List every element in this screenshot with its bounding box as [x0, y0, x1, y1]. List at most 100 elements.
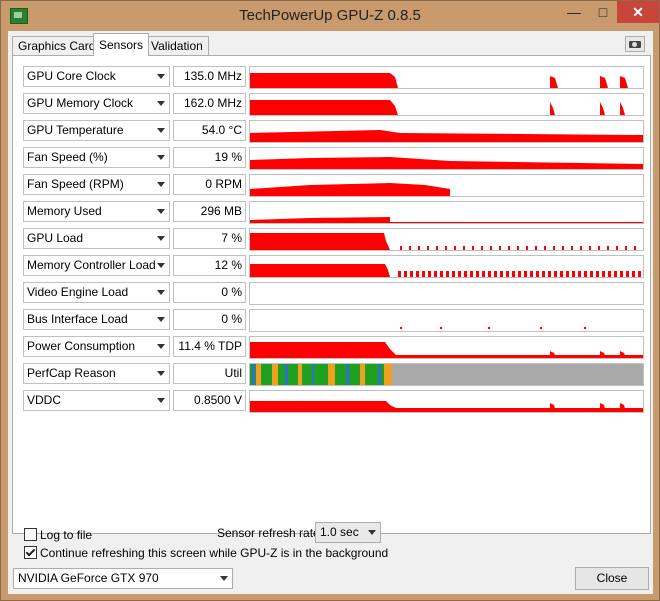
sensor-name-label: PerfCap Reason [27, 366, 116, 380]
close-window-button[interactable]: ✕ [617, 1, 659, 23]
sensor-name-label: Memory Controller Load [27, 258, 156, 272]
sensor-graph-plot [250, 283, 643, 304]
refresh-rate-label: Sensor refresh rate: [217, 526, 324, 540]
sensor-row: GPU Load 7 % [23, 228, 646, 251]
graph-segment [571, 246, 573, 250]
close-button[interactable]: Close [575, 567, 649, 590]
graph-segment [598, 246, 600, 250]
chevron-down-icon [157, 155, 165, 160]
sensor-graph-plot [250, 157, 643, 169]
graph-segment [626, 271, 629, 277]
graph-segment [524, 271, 527, 277]
chevron-down-icon [157, 101, 165, 106]
chevron-down-icon [157, 74, 165, 79]
graph-segment [410, 271, 413, 277]
sensor-row: Fan Speed (RPM) 0 RPM [23, 174, 646, 197]
chevron-down-icon [220, 576, 228, 581]
sensor-row: GPU Memory Clock 162.0 MHz [23, 93, 646, 116]
sensor-graph [249, 282, 644, 305]
sensor-name-dropdown[interactable]: GPU Temperature [23, 120, 170, 141]
sensor-graph [249, 363, 644, 386]
sensor-name-dropdown[interactable]: Fan Speed (RPM) [23, 174, 170, 195]
graph-area [550, 102, 555, 115]
graph-segment [560, 271, 563, 277]
sensor-value: 19 % [173, 147, 246, 168]
graph-segment [378, 364, 381, 385]
graph-segment [526, 246, 528, 250]
sensor-name-dropdown[interactable]: PerfCap Reason [23, 363, 170, 384]
gpu-select[interactable]: NVIDIA GeForce GTX 970 [13, 568, 233, 589]
graph-segment [540, 327, 542, 329]
graph-segment [500, 271, 503, 277]
sensor-graph-plot [250, 183, 450, 196]
graph-segment [458, 271, 461, 277]
graph-segment [602, 271, 605, 277]
graph-segment [554, 271, 557, 277]
graph-area [250, 233, 390, 250]
chevron-down-icon [157, 371, 165, 376]
sensor-name-dropdown[interactable]: Video Engine Load [23, 282, 170, 303]
sensor-name-dropdown[interactable]: Memory Used [23, 201, 170, 222]
graph-segment [312, 364, 314, 385]
chevron-down-icon [368, 530, 376, 535]
graph-segment [398, 271, 401, 277]
sensor-name-label: GPU Memory Clock [27, 96, 134, 110]
sensor-graph-plot [250, 100, 625, 115]
maximize-button[interactable]: □ [590, 1, 616, 23]
graph-area [620, 403, 626, 412]
tab-validation[interactable]: Validation [145, 36, 209, 55]
log-to-file-label: Log to file [40, 528, 93, 542]
graph-segment [508, 246, 510, 250]
graph-segment [535, 246, 537, 250]
graph-segment [252, 364, 255, 385]
sensor-name-dropdown[interactable]: GPU Load [23, 228, 170, 249]
graph-area [600, 102, 605, 115]
title-bar[interactable]: TechPowerUp GPU-Z 0.8.5 — □ ✕ [1, 1, 659, 31]
graph-segment [418, 246, 420, 250]
sensor-name-dropdown[interactable]: Power Consumption [23, 336, 170, 357]
sensor-value: 0.8500 V [173, 390, 246, 411]
graph-segment [553, 246, 555, 250]
sensor-value: 54.0 °C [173, 120, 246, 141]
graph-area [250, 342, 643, 358]
tab-graphics-card[interactable]: Graphics Card [12, 36, 102, 55]
tab-sensors[interactable]: Sensors [93, 33, 150, 56]
graph-segment [476, 271, 479, 277]
graph-area [600, 76, 608, 88]
graph-segment [250, 364, 392, 385]
sensor-name-dropdown[interactable]: VDDC [23, 390, 170, 411]
sensor-graph-plot [400, 327, 586, 329]
sensor-name-label: Bus Interface Load [27, 312, 128, 326]
sensor-name-label: Power Consumption [27, 339, 136, 353]
log-to-file-checkbox[interactable] [24, 528, 37, 541]
graph-area [250, 183, 450, 196]
graph-segment [464, 271, 467, 277]
sensor-row: PerfCap Reason Util [23, 363, 646, 386]
graph-segment [572, 271, 575, 277]
sensor-name-dropdown[interactable]: GPU Memory Clock [23, 93, 170, 114]
screenshot-camera-icon[interactable] [625, 36, 645, 52]
graph-segment [536, 271, 539, 277]
graph-segment [328, 364, 335, 385]
graph-area [250, 100, 398, 115]
graph-segment [578, 271, 581, 277]
refresh-rate-select[interactable]: 1.0 sec [315, 522, 381, 543]
graph-area [600, 351, 606, 358]
continue-refresh-checkbox[interactable] [24, 546, 37, 559]
sensor-name-dropdown[interactable]: GPU Core Clock [23, 66, 170, 87]
sensor-name-dropdown[interactable]: Fan Speed (%) [23, 147, 170, 168]
graph-segment [440, 327, 442, 329]
graph-segment [409, 246, 411, 250]
sensor-name-label: Video Engine Load [27, 285, 129, 299]
graph-segment [384, 364, 392, 385]
graph-segment [494, 271, 497, 277]
graph-area [250, 401, 643, 412]
sensor-graph-plot [250, 342, 643, 358]
sensor-graph-plot [250, 364, 643, 385]
graph-area [550, 403, 556, 412]
sensor-name-dropdown[interactable]: Memory Controller Load [23, 255, 170, 276]
sensor-name-label: Memory Used [27, 204, 102, 218]
sensor-name-dropdown[interactable]: Bus Interface Load [23, 309, 170, 330]
graph-segment [481, 246, 483, 250]
minimize-button[interactable]: — [561, 1, 587, 23]
